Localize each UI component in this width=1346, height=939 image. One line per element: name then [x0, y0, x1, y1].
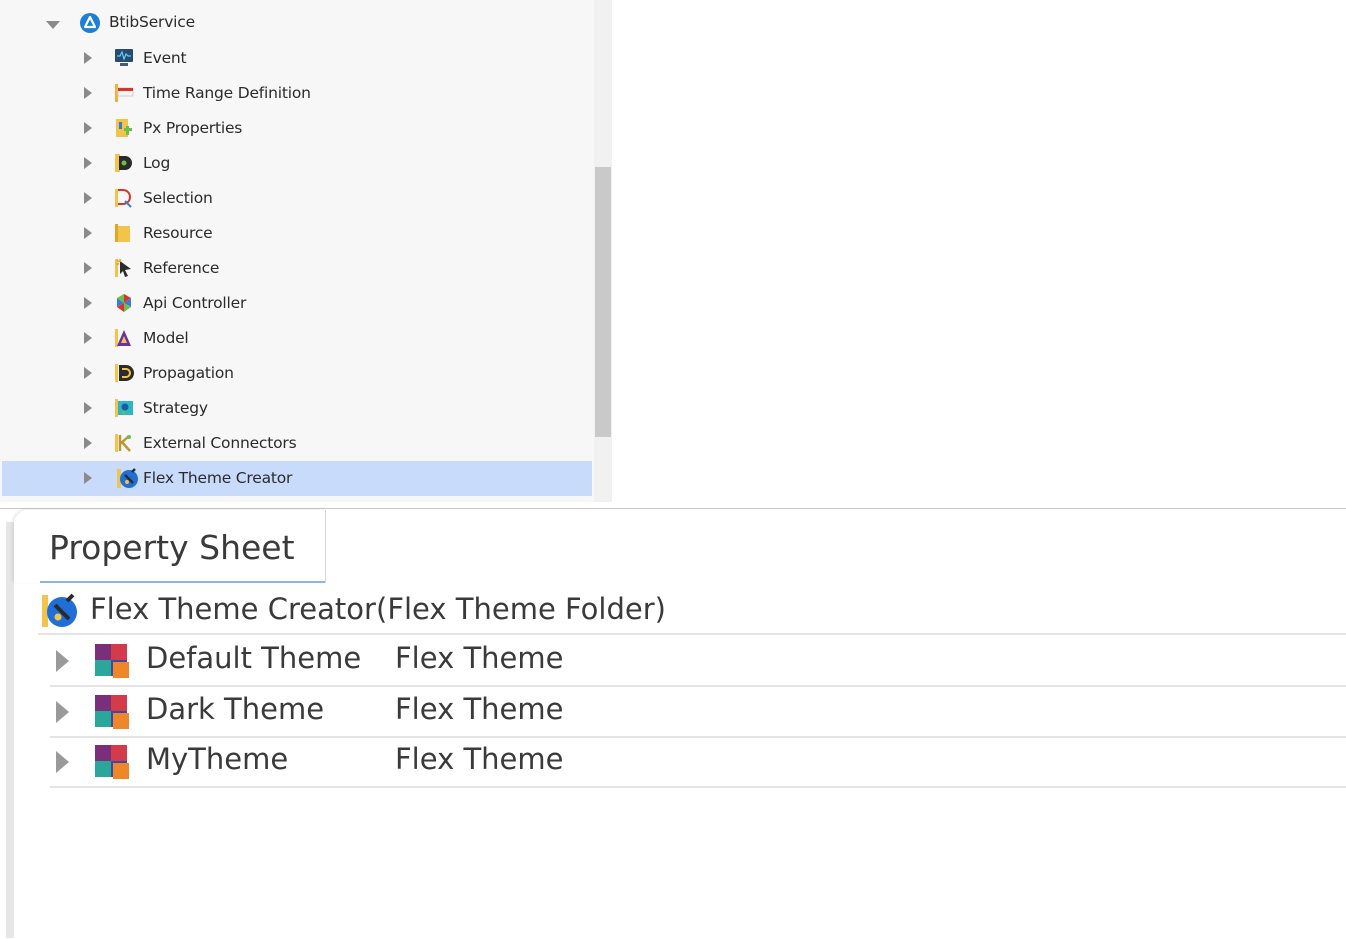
tree-item-label: External Connectors: [143, 434, 297, 452]
expand-arrow-icon[interactable]: [56, 701, 69, 723]
tree-item-flex-theme-creator[interactable]: Flex Theme Creator: [2, 461, 592, 496]
expand-arrow-icon[interactable]: [84, 52, 92, 64]
tree-item-event[interactable]: Event: [0, 41, 592, 76]
tree-item-label: Px Properties: [143, 119, 243, 137]
expand-arrow-icon[interactable]: [84, 262, 92, 274]
property-name: Default Theme: [146, 641, 362, 675]
tree-item-px-properties[interactable]: Px Properties: [0, 111, 592, 146]
expand-arrow-icon[interactable]: [84, 297, 92, 309]
expand-arrow-icon[interactable]: [84, 367, 92, 379]
flex-theme-icon: [95, 745, 129, 779]
property-row-mytheme[interactable]: MyTheme Flex Theme: [50, 737, 1346, 788]
tree-item-label: Resource: [143, 224, 213, 242]
tree-item-reference[interactable]: Reference: [0, 251, 592, 286]
selection-icon: [115, 189, 132, 208]
tree-item-time-range-definition[interactable]: Time Range Definition: [0, 76, 592, 111]
tree-item-label: Strategy: [143, 399, 208, 417]
tree-root-btibservice[interactable]: BtibService: [0, 6, 592, 41]
event-monitor-icon: [115, 49, 133, 66]
external-connectors-icon: [115, 434, 131, 452]
expand-arrow-icon[interactable]: [84, 192, 92, 204]
tree-item-label: Flex Theme Creator: [143, 469, 293, 487]
api-controller-icon: [117, 294, 131, 312]
tree-item-label: Event: [143, 49, 187, 67]
expand-arrow-icon[interactable]: [84, 157, 92, 169]
property-value: Flex Theme: [395, 692, 564, 726]
flex-theme-creator-icon: [117, 468, 138, 488]
tree-item-propagation[interactable]: Propagation: [0, 356, 592, 391]
expand-arrow-icon[interactable]: [84, 332, 92, 344]
expand-arrow-down-icon[interactable]: [46, 21, 60, 29]
expand-arrow-icon[interactable]: [84, 402, 92, 414]
px-properties-icon: [116, 119, 132, 137]
tree-item-model[interactable]: Model: [0, 321, 592, 356]
reference-icon: [115, 259, 131, 277]
property-value: Flex Theme: [395, 742, 564, 776]
expand-arrow-icon[interactable]: [84, 472, 92, 484]
property-name: MyTheme: [146, 742, 289, 776]
expand-arrow-icon[interactable]: [84, 122, 92, 134]
expand-arrow-icon[interactable]: [84, 227, 92, 239]
tree-item-label: Reference: [143, 259, 220, 277]
tree-item-selection[interactable]: Selection: [0, 181, 592, 216]
tree-item-strategy[interactable]: Strategy: [0, 391, 592, 426]
flex-theme-icon: [95, 644, 129, 678]
property-sheet-left-border: [6, 522, 14, 938]
tree-item-label: Time Range Definition: [143, 84, 311, 102]
tree-item-label: Selection: [143, 189, 213, 207]
property-sheet-type: (Flex Theme Folder): [376, 592, 666, 626]
expand-arrow-icon[interactable]: [84, 437, 92, 449]
resource-icon: [115, 224, 130, 242]
expand-arrow-icon[interactable]: [56, 751, 69, 773]
btib-service-icon: [80, 13, 100, 33]
flex-theme-icon: [95, 695, 129, 729]
tree-item-label: Api Controller: [143, 294, 247, 312]
property-row-default-theme[interactable]: Default Theme Flex Theme: [50, 636, 1346, 687]
tree-item-external-connectors[interactable]: External Connectors: [0, 426, 592, 461]
propagation-icon: [115, 364, 134, 382]
tree-root-label: BtibService: [109, 13, 195, 31]
property-name: Dark Theme: [146, 692, 325, 726]
tab-property-sheet-label: Property Sheet: [49, 528, 295, 567]
active-tab-indicator: [40, 581, 325, 583]
expand-arrow-icon[interactable]: [56, 650, 69, 672]
tree-item-log[interactable]: Log: [0, 146, 592, 181]
log-icon: [115, 154, 132, 172]
tree-item-api-controller[interactable]: Api Controller: [0, 286, 592, 321]
strategy-icon: [115, 399, 133, 417]
flex-theme-creator-icon: [42, 593, 77, 627]
time-range-flag-icon: [115, 84, 134, 102]
expand-arrow-icon[interactable]: [84, 87, 92, 99]
tree-item-label: Model: [143, 329, 189, 347]
nav-tree-scrollbar-thumb[interactable]: [595, 167, 611, 437]
property-row-dark-theme[interactable]: Dark Theme Flex Theme: [50, 687, 1346, 738]
tree-item-resource[interactable]: Resource: [0, 216, 592, 251]
tree-item-label: Propagation: [143, 364, 234, 382]
property-sheet-title: Flex Theme Creator: [90, 592, 376, 626]
model-icon: [115, 329, 131, 347]
property-value: Flex Theme: [395, 641, 564, 675]
tree-item-label: Log: [143, 154, 171, 172]
